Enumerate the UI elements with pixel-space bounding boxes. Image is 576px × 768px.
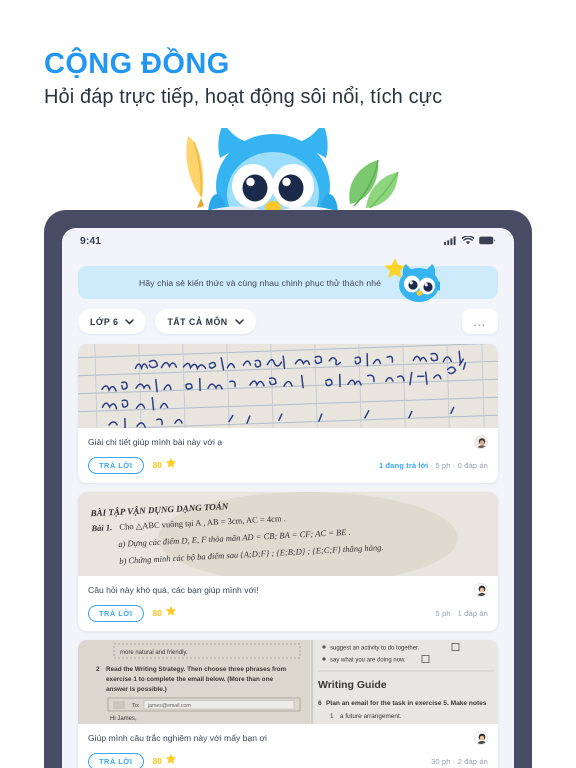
post-meta: 5 ph · 1 đáp án [435,608,488,618]
avatar[interactable] [474,731,488,745]
post-left-actions: TRẢ LỜI 80 [88,752,177,768]
post-header: Giúp mình câu trắc nghiệm này với mấy bạ… [88,731,488,745]
post-body: Câu hỏi này khó quá, các bạn giúp mình v… [78,576,498,631]
grade-filter-label: LỚP 6 [90,316,119,327]
post-question-text: Giải chi tiết giúp mình bài này với ạ [88,437,223,447]
cellular-signal-icon [444,232,457,250]
filter-row: LỚP 6 TẤT CẢ MÔN … [62,299,514,334]
subject-filter-button[interactable]: TẤT CẢ MÔN [155,309,256,334]
post-meta: 30 ph · 2 đáp án [431,756,488,766]
promo-banner: Hãy chia sẻ kiến thức và cùng nhau chinh… [78,258,498,302]
post-card[interactable]: BÀI TẬP VẬN DỤNG DẠNG TOÁN Bài 1. Cho △A… [78,492,498,631]
star-reward: 80 [153,604,177,622]
post-answer-count: 0 đáp án [457,460,488,470]
post-header: Giải chi tiết giúp mình bài này với ạ [88,435,488,449]
star-reward: 80 [153,456,177,474]
post-card[interactable]: more natural and friendly. 2 Read the Wr… [78,640,498,768]
promo-banner-text: Hãy chia sẻ kiến thức và cùng nhau chinh… [139,277,381,288]
hero-section: CỘNG ĐỒNG Hỏi đáp trực tiếp, hoạt động s… [0,0,576,238]
star-icon [165,752,177,768]
post-feed: Giải chi tiết giúp mình bài này với ạ TR… [62,334,514,768]
post-actions: TRẢ LỜI 80 5 ph · 1 đáp án [88,604,488,622]
post-image-handwritten-chemistry[interactable] [78,344,498,428]
post-image-english-worksheet[interactable]: more natural and friendly. 2 Read the Wr… [78,640,498,724]
post-header: Câu hỏi này khó quá, các bạn giúp mình v… [88,583,488,597]
reply-button[interactable]: TRẢ LỜI [88,456,144,474]
chevron-down-icon [125,317,135,327]
chevron-down-icon [234,317,244,327]
battery-icon [479,232,496,250]
subject-filter-label: TẤT CẢ MÔN [167,316,228,327]
tablet-device-frame: 9:41 Hãy chia sẻ kiến thức và cùng nhau … [44,210,532,768]
page-title: CỘNG ĐỒNG [44,48,230,80]
post-actions: TRẢ LỜI 80 1 đang trả lời · 5 ph · 0 đáp… [88,456,488,474]
star-icon [165,456,177,474]
page-root: CỘNG ĐỒNG Hỏi đáp trực tiếp, hoạt động s… [0,0,576,768]
status-bar-time: 9:41 [80,235,102,247]
promo-banner-wrap: Hãy chia sẻ kiến thức và cùng nhau chinh… [62,254,514,302]
page-subtitle: Hỏi đáp trực tiếp, hoạt động sôi nổi, tí… [44,86,443,108]
app-screen: 9:41 Hãy chia sẻ kiến thức và cùng nhau … [62,228,514,768]
post-left-actions: TRẢ LỜI 80 [88,456,177,474]
status-bar-icons [444,232,496,250]
reply-button[interactable]: TRẢ LỜI [88,752,144,768]
status-bar: 9:41 [62,228,514,254]
wifi-icon [461,232,475,250]
reply-button[interactable]: TRẢ LỜI [88,604,144,622]
post-meta: 1 đang trả lời · 5 ph · 0 đáp án [378,460,488,470]
post-actions: TRẢ LỜI 80 30 ph · 2 đáp án [88,752,488,768]
avatar[interactable] [474,583,488,597]
star-icon [165,604,177,622]
star-count: 80 [152,460,162,470]
post-time: 5 ph [435,460,451,470]
avatar[interactable] [474,435,488,449]
post-body: Giải chi tiết giúp mình bài này với ạ TR… [78,428,498,483]
grade-filter-button[interactable]: LỚP 6 [78,309,147,334]
star-count: 80 [152,756,162,766]
post-card[interactable]: Giải chi tiết giúp mình bài này với ạ TR… [78,344,498,483]
star-count: 80 [152,608,162,618]
post-image-geometry-exercise[interactable]: BÀI TẬP VẬN DỤNG DẠNG TOÁN Bài 1. Cho △A… [78,492,498,576]
owl-star-icon [382,256,444,304]
post-question-text: Giúp mình câu trắc nghiệm này với mấy bạ… [88,733,267,743]
star-reward: 80 [153,752,177,768]
post-left-actions: TRẢ LỜI 80 [88,604,177,622]
post-body: Giúp mình câu trắc nghiệm này với mấy bạ… [78,724,498,768]
more-options-button[interactable]: … [462,309,498,334]
post-answering-status: 1 đang trả lời [378,460,429,470]
post-question-text: Câu hỏi này khó quá, các bạn giúp mình v… [88,585,259,595]
